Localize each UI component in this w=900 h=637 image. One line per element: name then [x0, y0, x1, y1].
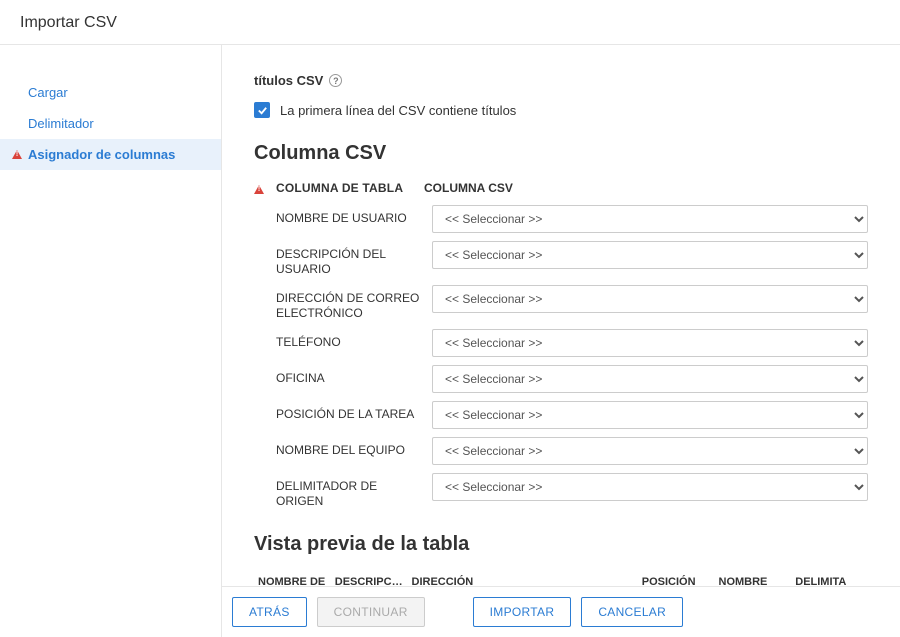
- preview-column-header: NOMBRE DE: [254, 572, 331, 586]
- import-button[interactable]: IMPORTAR: [473, 597, 572, 627]
- column-map-row: TELÉFONO << Seleccionar >>: [254, 329, 868, 357]
- continue-button: CONTINUAR: [317, 597, 425, 627]
- csv-column-header: COLUMNA CSV: [424, 181, 513, 195]
- sidebar-item-delimitador[interactable]: Delimitador: [0, 108, 221, 139]
- content-scroll-area[interactable]: títulos CSV ? La primera línea del CSV c…: [222, 45, 900, 586]
- column-map-row: POSICIÓN DE LA TAREA << Seleccionar >>: [254, 401, 868, 429]
- first-line-titles-checkbox[interactable]: [254, 102, 270, 118]
- column-map-row: NOMBRE DE USUARIO << Seleccionar >>: [254, 205, 868, 233]
- check-icon: [257, 105, 268, 116]
- column-map-row: NOMBRE DEL EQUIPO << Seleccionar >>: [254, 437, 868, 465]
- page-title: Importar CSV: [0, 0, 900, 44]
- preview-column-header: [484, 572, 561, 586]
- csv-column-select[interactable]: << Seleccionar >>: [432, 285, 868, 313]
- preview-column-header: [561, 572, 638, 586]
- csv-column-select[interactable]: << Seleccionar >>: [432, 205, 868, 233]
- preview-column-header: DIRECCIÓN: [408, 572, 485, 586]
- preview-column-header: POSICIÓN: [638, 572, 715, 586]
- preview-table-headers: NOMBRE DEDESCRIPCI…DIRECCIÓN POSICIÓNNOMB…: [254, 572, 868, 586]
- warning-icon: [254, 185, 264, 194]
- sidebar-item-cargar[interactable]: Cargar: [0, 77, 221, 108]
- column-map-row: OFICINA << Seleccionar >>: [254, 365, 868, 393]
- wizard-steps-sidebar: Cargar Delimitador Asignador de columnas: [0, 45, 222, 637]
- help-icon[interactable]: ?: [329, 74, 342, 87]
- csv-column-select[interactable]: << Seleccionar >>: [432, 329, 868, 357]
- cancel-button[interactable]: CANCELAR: [581, 597, 683, 627]
- first-line-titles-label: La primera línea del CSV contiene título…: [280, 103, 516, 118]
- csv-column-select[interactable]: << Seleccionar >>: [432, 365, 868, 393]
- table-column-label: OFICINA: [276, 365, 424, 386]
- column-map-row: DIRECCIÓN DE CORREO ELECTRÓNICO << Selecc…: [254, 285, 868, 321]
- csv-column-select[interactable]: << Seleccionar >>: [432, 437, 868, 465]
- sidebar-item-label: Delimitador: [28, 116, 94, 131]
- table-column-label: NOMBRE DE USUARIO: [276, 205, 424, 226]
- warning-icon: [12, 150, 22, 159]
- column-map-row: DELIMITADOR DE ORIGEN << Seleccionar >>: [254, 473, 868, 509]
- table-column-label: NOMBRE DEL EQUIPO: [276, 437, 424, 458]
- sidebar-item-label: Asignador de columnas: [28, 147, 175, 162]
- table-column-label: TELÉFONO: [276, 329, 424, 350]
- table-column-label: DELIMITADOR DE ORIGEN: [276, 473, 424, 509]
- csv-column-select[interactable]: << Seleccionar >>: [432, 473, 868, 501]
- column-csv-heading: Columna CSV: [254, 142, 868, 165]
- preview-column-header: DELIMITA: [791, 572, 868, 586]
- table-column-label: DIRECCIÓN DE CORREO ELECTRÓNICO: [276, 285, 424, 321]
- csv-column-select[interactable]: << Seleccionar >>: [432, 241, 868, 269]
- sidebar-item-asignador-columnas[interactable]: Asignador de columnas: [0, 139, 221, 170]
- table-column-label: POSICIÓN DE LA TAREA: [276, 401, 424, 422]
- sidebar-item-label: Cargar: [28, 85, 68, 100]
- table-column-header: COLUMNA DE TABLA: [276, 181, 416, 195]
- preview-column-header: NOMBRE: [715, 572, 792, 586]
- back-button[interactable]: ATRÁS: [232, 597, 307, 627]
- preview-column-header: DESCRIPCI…: [331, 572, 408, 586]
- table-column-label: DESCRIPCIÓN DEL USUARIO: [276, 241, 424, 277]
- table-preview-heading: Vista previa de la tabla: [254, 533, 868, 556]
- wizard-footer: ATRÁS CONTINUAR IMPORTAR CANCELAR: [222, 586, 900, 637]
- column-map-row: DESCRIPCIÓN DEL USUARIO << Seleccionar >>: [254, 241, 868, 277]
- csv-column-select[interactable]: << Seleccionar >>: [432, 401, 868, 429]
- csv-titles-label: títulos CSV ?: [254, 73, 342, 88]
